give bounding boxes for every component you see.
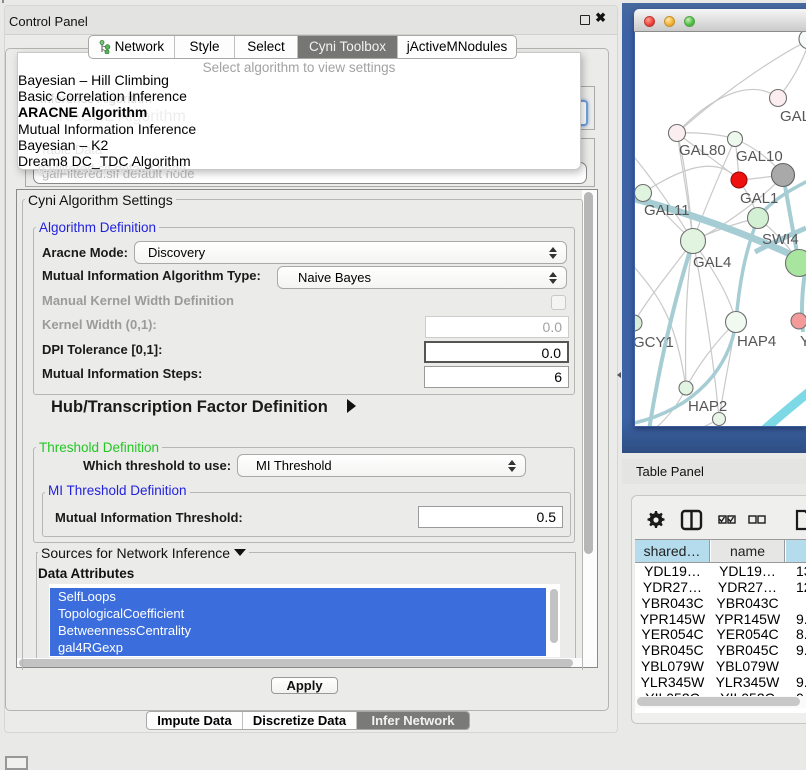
svg-text:GCY1: GCY1 (635, 334, 674, 351)
svg-text:Y: Y (800, 333, 806, 350)
svg-text:GAL1: GAL1 (740, 190, 778, 207)
svg-text:GAL11: GAL11 (644, 202, 690, 219)
svg-text:HAP2: HAP2 (688, 398, 727, 415)
svg-text:GAL10: GAL10 (736, 148, 783, 165)
svg-text:SWI4: SWI4 (762, 231, 799, 248)
svg-text:GAL7: GAL7 (780, 108, 806, 125)
svg-text:GAL80: GAL80 (679, 142, 726, 159)
svg-text:GAL4: GAL4 (693, 254, 731, 271)
svg-text:HAP4: HAP4 (737, 333, 776, 350)
